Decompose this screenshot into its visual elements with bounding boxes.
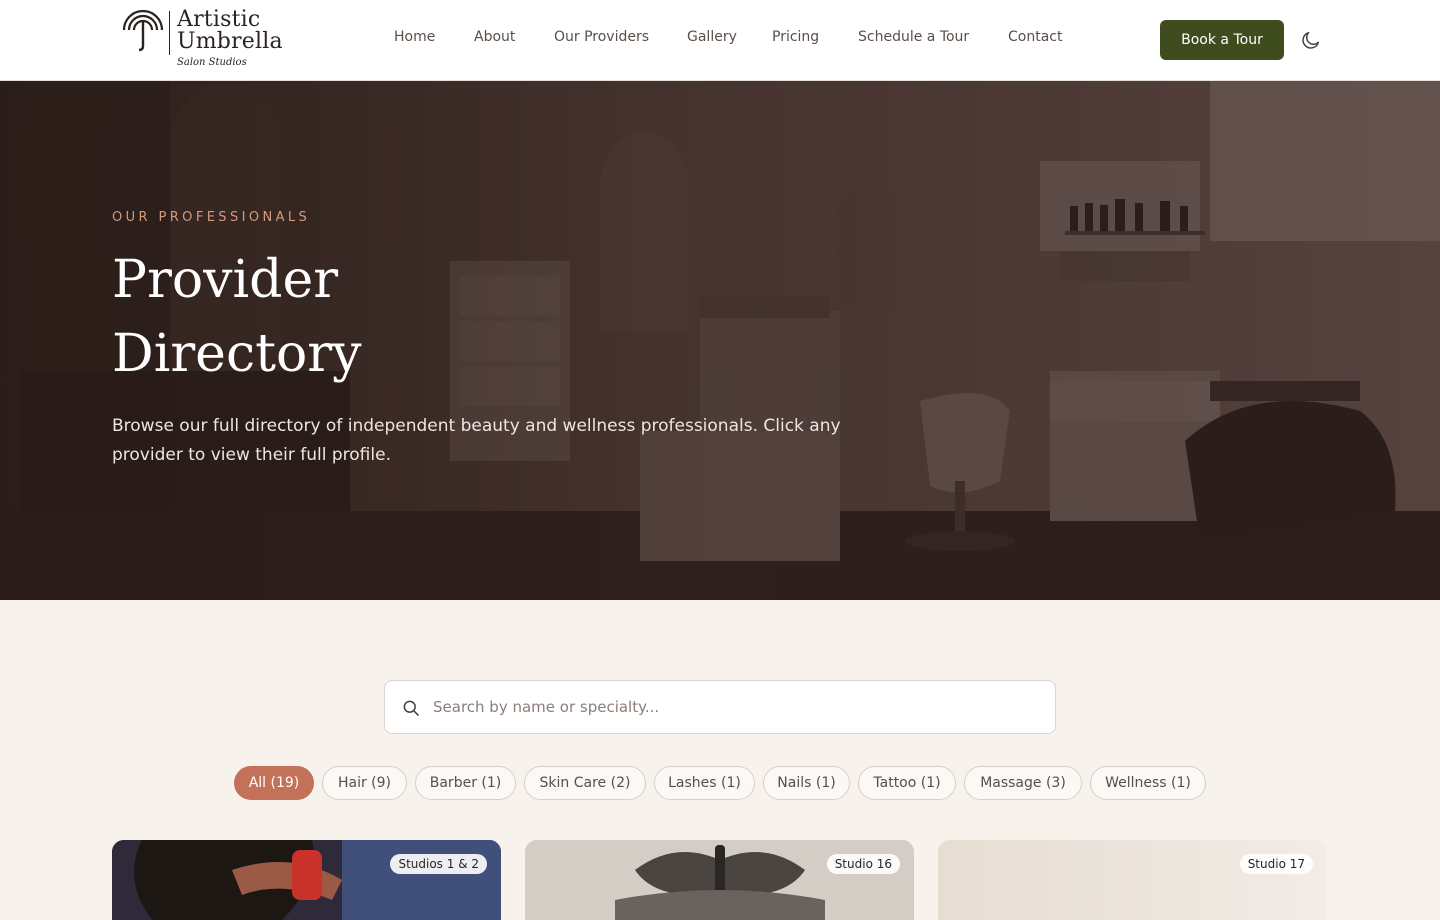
umbrella-icon (122, 10, 164, 52)
nav-contact[interactable]: Contact (1008, 29, 1062, 45)
moon-icon (1302, 31, 1320, 49)
brand-tagline: Salon Studios (177, 57, 247, 68)
nav-schedule-tour[interactable]: Schedule a Tour (858, 29, 969, 45)
book-tour-button[interactable]: Book a Tour (1160, 20, 1284, 60)
site-header: Artistic Umbrella Salon Studios Home Abo… (0, 0, 1440, 81)
filter-nails[interactable]: Nails (1) (763, 766, 850, 800)
nav-pricing[interactable]: Pricing (772, 29, 819, 45)
filter-massage[interactable]: Massage (3) (964, 766, 1082, 800)
provider-photo (525, 840, 914, 920)
studio-badge: Studio 17 (1239, 854, 1313, 874)
nav-about[interactable]: About (474, 29, 515, 45)
nav-our-providers[interactable]: Our Providers (554, 29, 649, 45)
filter-barber[interactable]: Barber (1) (415, 766, 516, 800)
filter-skin-care[interactable]: Skin Care (2) (524, 766, 646, 800)
brand-name-line2: Umbrella (177, 29, 283, 54)
filter-all[interactable]: All (19) (234, 766, 314, 800)
filter-hair[interactable]: Hair (9) (322, 766, 407, 800)
search-box (384, 680, 1056, 734)
search-icon (403, 700, 419, 716)
brand-name-line1: Artistic (177, 7, 261, 32)
nav-home[interactable]: Home (394, 29, 435, 45)
filter-wellness[interactable]: Wellness (1) (1090, 766, 1206, 800)
theme-toggle-button[interactable] (1300, 29, 1322, 51)
search-input[interactable] (433, 691, 1033, 723)
brand-logo[interactable]: Artistic Umbrella Salon Studios (120, 8, 295, 72)
filter-tattoo[interactable]: Tattoo (1) (858, 766, 956, 800)
nav-gallery[interactable]: Gallery (687, 29, 737, 45)
studio-badge: Studio 16 (826, 854, 900, 874)
provider-card[interactable]: Studios 1 & 2 (112, 840, 501, 920)
provider-photo (112, 840, 501, 920)
hero-section: OUR PROFESSIONALS Provider Directory Bro… (0, 81, 1440, 600)
provider-photo (938, 840, 1327, 920)
provider-card[interactable]: Studio 16 (525, 840, 914, 920)
hero-description: Browse our full directory of independent… (112, 416, 841, 465)
filter-lashes[interactable]: Lashes (1) (654, 766, 755, 800)
page-title: Provider Directory (112, 250, 362, 384)
provider-card[interactable]: Studio 17 (938, 840, 1327, 920)
hero-eyebrow: OUR PROFESSIONALS (112, 210, 311, 225)
logo-divider (169, 11, 170, 55)
studio-badge: Studios 1 & 2 (390, 854, 487, 874)
